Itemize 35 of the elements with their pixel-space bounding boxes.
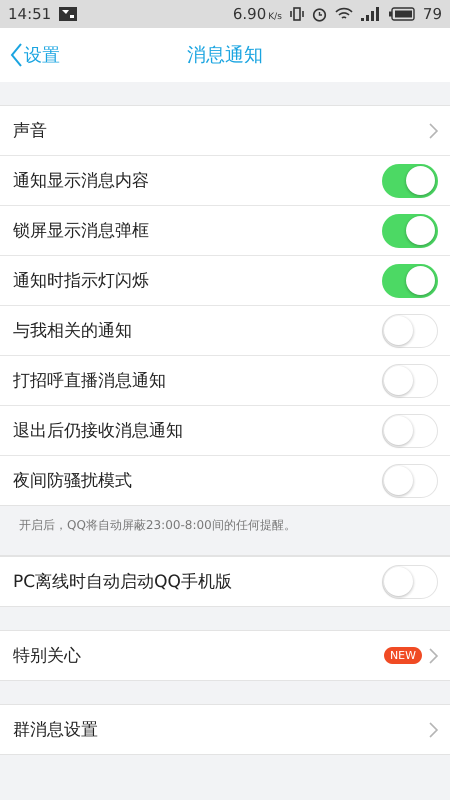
- toggle-switch[interactable]: [382, 564, 438, 598]
- signal-icon: [360, 7, 381, 21]
- chevron-icon: [428, 722, 438, 738]
- toggle-switch[interactable]: [382, 264, 438, 298]
- toggle-switch[interactable]: [382, 414, 438, 448]
- chevron-icon: [428, 122, 438, 138]
- hint-text: 开启后，QQ将自动屏蔽23:00-8:00间的任何提醒。: [0, 505, 450, 556]
- chevron-icon: [428, 648, 438, 664]
- back-chevron-icon: [10, 43, 22, 67]
- toggle-switch[interactable]: [382, 364, 438, 398]
- row-label: 锁屏显示消息弹框: [13, 220, 150, 242]
- toggle-switch[interactable]: [382, 214, 438, 248]
- row-label: 特别关心: [13, 645, 82, 667]
- row-label: 声音: [13, 120, 48, 142]
- network-speed: 6.90 K/s: [232, 5, 282, 23]
- toggle-switch[interactable]: [382, 164, 438, 198]
- wifi-icon: [334, 7, 353, 21]
- vibrate-icon: [290, 7, 304, 21]
- row-label: 与我相关的通知: [13, 320, 133, 342]
- row-label: 打招呼直播消息通知: [13, 370, 167, 392]
- battery-level: 79: [422, 5, 442, 23]
- toggle-switch[interactable]: [382, 464, 438, 498]
- status-time: 14:51: [8, 5, 52, 23]
- new-badge: NEW: [384, 647, 422, 664]
- battery-icon: [388, 7, 415, 21]
- row-label: PC离线时自动启动QQ手机版: [13, 571, 233, 593]
- row-label: 通知显示消息内容: [13, 170, 150, 192]
- image-notification-icon: [59, 7, 78, 21]
- row-label: 退出后仍接收消息通知: [13, 420, 184, 442]
- row-label: 通知时指示灯闪烁: [13, 270, 150, 292]
- row-label: 群消息设置: [13, 719, 99, 741]
- alarm-icon: [312, 6, 327, 22]
- toggle-switch[interactable]: [382, 314, 438, 348]
- row-label: 夜间防骚扰模式: [13, 470, 133, 492]
- page-title: 消息通知: [187, 43, 263, 68]
